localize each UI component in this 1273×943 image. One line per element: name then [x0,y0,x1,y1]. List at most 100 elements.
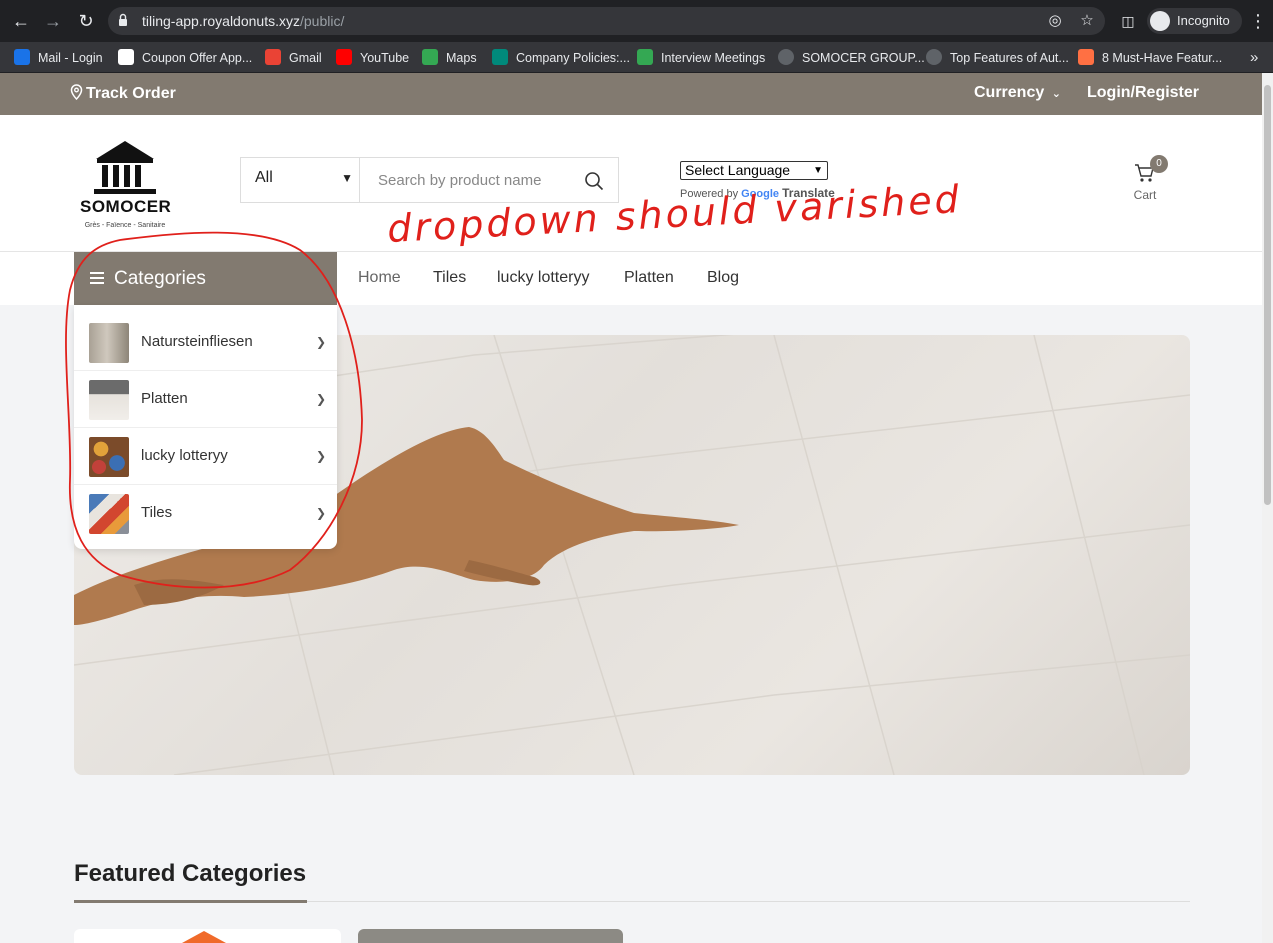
mail-icon [14,49,30,65]
google-wordmark: Google [741,188,780,200]
address-bar[interactable]: tiling-app.royaldonuts.xyz/public/ ◎ ☆ [108,7,1105,35]
category-label: Platten [141,390,188,407]
bookmark-label: 8 Must-Have Featur... [1102,51,1223,65]
nav-link-platten[interactable]: Platten [624,269,674,287]
incognito-icon [1150,11,1170,31]
currency-dropdown[interactable]: Currency ⌄ [974,84,1061,102]
category-thumbnail [89,380,129,420]
heading-underline [74,900,307,903]
nav-link-lucky-lotteryy[interactable]: lucky lotteryy [497,269,589,287]
lock-icon [119,13,127,26]
categories-title: Categories [114,268,206,289]
page-scrollbar[interactable] [1262,73,1273,943]
cart-label: Cart [1133,188,1157,202]
bookmark-label: Maps [446,51,477,65]
categories-toggle[interactable]: Categories [74,252,337,305]
category-label: Tiles [141,504,173,521]
featured-category-card[interactable] [74,929,341,943]
nav-link-blog[interactable]: Blog [707,269,739,287]
top-bar: Track Order Currency ⌄ Login/Register [0,73,1262,115]
bookmark-musthave[interactable]: 8 Must-Have Featur... [1078,49,1222,67]
incognito-label: Incognito [1177,13,1230,28]
category-label: lucky lotteryy [141,447,228,464]
track-order-link[interactable]: Track Order [70,84,176,103]
logo-tagline: Grès - Faïence - Sanitaire [84,222,166,229]
bookmark-youtube[interactable]: YouTube [336,49,409,67]
document-icon [118,49,134,65]
bookmark-label: SOMOCER GROUP... [802,51,925,65]
search-input[interactable] [361,158,581,202]
bookmark-mail[interactable]: Mail - Login [14,49,103,67]
site-logo[interactable]: SOMOCER Grès - Faïence - Sanitaire [80,139,172,231]
temple-logo-icon [94,141,156,194]
bookmark-coupon[interactable]: Coupon Offer App... [118,49,252,67]
incognito-badge[interactable]: Incognito [1147,8,1242,34]
maps-icon [422,49,438,65]
browser-toolbar: ← → ↻ tiling-app.royaldonuts.xyz/public/… [0,0,1273,42]
category-item-tiles[interactable]: Tiles ❯ [74,485,337,542]
bookmark-policies[interactable]: Company Policies:... [492,49,630,67]
main-nav: Categories Home Tiles lucky lotteryy Pla… [0,252,1262,305]
chevron-right-icon: ❯ [316,449,327,463]
back-arrow-icon[interactable]: ← [9,9,33,33]
menu-dots-icon[interactable]: ⋮ [1246,9,1270,33]
search-icon[interactable] [584,171,604,191]
track-order-label: Track Order [86,85,176,102]
url-path: /public/ [299,13,345,29]
google-translate-credit: Powered by Google Translate [680,186,835,200]
bookmark-label: Company Policies:... [516,51,630,65]
gmail-icon [265,49,281,65]
bookmark-gmail[interactable]: Gmail [265,49,322,67]
search-bar: All ▼ [240,157,619,203]
search-category-select[interactable]: All ▼ [241,158,360,202]
featured-category-card[interactable] [358,929,623,943]
url-host: tiling-app.royaldonuts.xyz [142,13,300,29]
url-text: tiling-app.royaldonuts.xyz/public/ [142,13,344,29]
reload-icon[interactable]: ↻ [74,9,98,33]
bookmark-somocer[interactable]: SOMOCER GROUP... [778,49,925,67]
bookmark-features[interactable]: Top Features of Aut... [926,49,1069,67]
bookmarks-overflow-icon[interactable]: » [1250,49,1258,67]
nav-link-home[interactable]: Home [358,269,401,287]
location-pin-icon [70,84,83,101]
card-image [182,931,226,943]
categories-dropdown: Natursteinfliesen ❯ Platten ❯ lucky lott… [74,305,337,549]
bookmark-label: Interview Meetings [661,51,766,65]
meet-icon [637,49,653,65]
cart-button[interactable]: 0 Cart [1128,155,1168,203]
star-icon[interactable]: ☆ [1078,12,1096,30]
search-category-value: All [255,169,273,186]
category-item-lucky-lotteryy[interactable]: lucky lotteryy ❯ [74,428,337,485]
chevron-down-icon: ▼ [813,165,823,176]
category-item-natursteinfliesen[interactable]: Natursteinfliesen ❯ [74,314,337,371]
forward-arrow-icon[interactable]: → [41,9,65,33]
site-header: SOMOCER Grès - Faïence - Sanitaire All ▼… [0,115,1262,252]
login-register-link[interactable]: Login/Register [1087,84,1199,102]
category-label: Natursteinfliesen [141,333,253,350]
scrollbar-thumb[interactable] [1264,85,1271,505]
bookmark-favicon-icon [1078,49,1094,65]
globe-icon [926,49,942,65]
youtube-icon [336,49,352,65]
language-select[interactable]: Select Language ▼ [680,161,828,180]
featured-categories-heading: Featured Categories [74,860,307,887]
currency-label: Currency [974,84,1045,101]
bookmark-label: Coupon Offer App... [142,51,253,65]
policies-icon [492,49,508,65]
powered-by-text: Powered by [680,188,739,200]
category-thumbnail [89,437,129,477]
side-panel-icon[interactable]: ◫ [1116,9,1140,33]
category-thumbnail [89,323,129,363]
language-select-value: Select Language [685,162,791,178]
category-item-platten[interactable]: Platten ❯ [74,371,337,428]
bookmark-maps[interactable]: Maps [422,49,477,67]
translate-link[interactable]: Translate [782,186,835,200]
bookmark-meetings[interactable]: Interview Meetings [637,49,765,67]
chevron-right-icon: ❯ [316,392,327,406]
logo-wordmark: SOMOCER [80,197,172,216]
chevron-right-icon: ❯ [316,506,327,520]
chevron-down-icon: ⌄ [1051,88,1061,100]
nav-link-tiles[interactable]: Tiles [433,269,466,287]
globe-icon [778,49,794,65]
eye-off-icon[interactable]: ◎ [1046,12,1064,30]
